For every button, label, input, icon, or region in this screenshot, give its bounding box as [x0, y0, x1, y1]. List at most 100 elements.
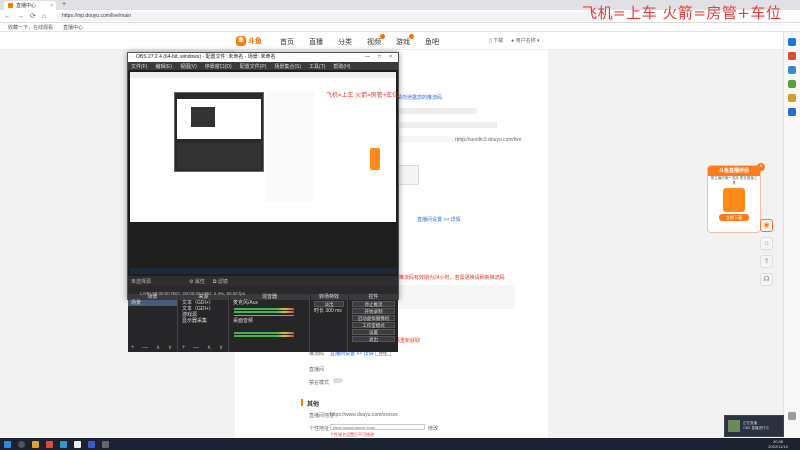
- new-tab-button[interactable]: +: [62, 1, 66, 8]
- exit-button[interactable]: 退出: [352, 336, 395, 342]
- user-menu[interactable]: ● 用户名称 ▾: [511, 37, 539, 44]
- clock-date: 2022/11/10: [768, 444, 788, 449]
- menu-edit[interactable]: 编辑(E): [155, 63, 172, 70]
- obs-preview[interactable]: 飞机=上车 火箭=房管+车位: [128, 70, 398, 276]
- browser-tab[interactable]: 直播中心 ×: [4, 1, 56, 10]
- menu-tools[interactable]: 工具(T): [309, 63, 325, 70]
- minimize-icon[interactable]: —: [365, 53, 370, 62]
- source-item[interactable]: 显示器采集: [179, 318, 228, 324]
- promo-card[interactable]: 斗鱼直播伴侣 是主播的第一选择 更多直播工具 立即下载: [707, 165, 761, 233]
- promo-close-icon[interactable]: ×: [757, 163, 765, 171]
- audio-meter: [234, 335, 294, 337]
- start-icon[interactable]: [4, 440, 11, 448]
- scenes-footer-icons[interactable]: + — ∧ ∨: [131, 344, 175, 351]
- custom-url-button[interactable]: 修改: [428, 425, 438, 432]
- tab-close-icon[interactable]: ×: [50, 3, 53, 9]
- duration-value[interactable]: 300 ms: [325, 308, 341, 314]
- share-icon[interactable]: ⇪: [760, 255, 773, 268]
- settings-button[interactable]: 设置: [352, 329, 395, 335]
- extension-icon[interactable]: [788, 80, 796, 88]
- forward-icon[interactable]: →: [17, 13, 24, 20]
- close-icon[interactable]: ×: [389, 53, 392, 62]
- custom-url-input[interactable]: [330, 424, 425, 430]
- app-icon[interactable]: [102, 440, 109, 448]
- promo-download-button[interactable]: 立即下载: [719, 214, 749, 221]
- nav-item-fishbar[interactable]: 鱼吧: [425, 37, 439, 47]
- extension-icon[interactable]: [788, 108, 796, 116]
- notification-toast[interactable]: 正在直播 OBS 直播进行中: [724, 415, 784, 437]
- menu-docks[interactable]: 停靠窗口(D): [205, 63, 232, 70]
- scenes-dock: 场景 场景 + — ∧ ∨: [128, 294, 178, 352]
- download-link[interactable]: ▯ 下载: [489, 37, 503, 44]
- home-float-icon[interactable]: ⌂: [760, 237, 773, 250]
- nav-item-home[interactable]: 首页: [280, 37, 294, 47]
- edge-icon[interactable]: [60, 440, 67, 448]
- nav-label: 视频: [367, 39, 381, 46]
- stream-overlay-text: 飞机=上车 火箭=房管+车位: [582, 4, 782, 22]
- volume-slider[interactable]: [234, 315, 294, 316]
- menu-scene-collection[interactable]: 场景集合(S): [274, 63, 301, 70]
- new-badge-icon: [380, 34, 385, 39]
- search-icon[interactable]: [18, 440, 25, 448]
- download-label: 下载: [493, 38, 504, 44]
- controls-title: 控件: [349, 294, 398, 300]
- file-explorer-icon[interactable]: [32, 440, 39, 448]
- stop-streaming-button[interactable]: 停止推流: [352, 301, 395, 307]
- nav-item-category[interactable]: 分类: [338, 37, 352, 47]
- menu-file[interactable]: 文件(F): [131, 63, 147, 70]
- app-icon[interactable]: [88, 440, 95, 448]
- home-icon[interactable]: ⌂: [42, 13, 46, 20]
- back-icon[interactable]: ←: [4, 13, 11, 20]
- studio-mode-button[interactable]: 工作室模式: [352, 322, 395, 328]
- system-clock[interactable]: 20:38 2022/11/10: [768, 439, 788, 449]
- extension-icon[interactable]: [788, 94, 796, 102]
- extension-icon[interactable]: [788, 66, 796, 74]
- start-recording-button[interactable]: 开始录制: [352, 308, 395, 314]
- bookmark-item[interactable]: 收藏一下，在线观看: [8, 24, 53, 31]
- tab-title: 直播中心: [16, 3, 37, 9]
- url-input[interactable]: https://mp.douyu.com/live/main: [56, 11, 617, 21]
- site-logo[interactable]: 鱼 斗鱼: [236, 35, 272, 47]
- obs-title: OBS 27.2.4 (64-bit, windows) - 配置文件: 未命名…: [136, 54, 276, 60]
- promo-subtitle: 是主播的第一选择 更多直播工具: [710, 176, 758, 185]
- extension-icon[interactable]: [788, 52, 796, 60]
- filters-label: 滤镜: [217, 278, 228, 285]
- obs-icon[interactable]: [74, 440, 81, 448]
- transitions-dock: 转场特效 淡出 时长 300 ms: [311, 294, 348, 352]
- mixer-dock: 混音器 麦克风/Aux 桌面音频: [230, 294, 310, 352]
- bookmarks-bar: 收藏一下，在线观看 直播中心: [0, 23, 800, 32]
- reload-icon[interactable]: ⟳: [30, 12, 36, 20]
- maximize-icon[interactable]: □: [378, 53, 381, 62]
- obs-title-bar[interactable]: OBS 27.2.4 (64-bit, windows) - 配置文件: 未命名…: [128, 53, 398, 62]
- mute-toggle[interactable]: [333, 378, 343, 383]
- nav-item-live[interactable]: 直播: [309, 37, 323, 47]
- preview-screen-capture: 飞机=上车 火箭=房管+车位: [130, 72, 398, 222]
- transition-select[interactable]: 淡出: [314, 301, 344, 307]
- browser-icon[interactable]: [46, 440, 53, 448]
- browser-sidebar: [783, 32, 800, 438]
- obs-status-bar: LIVE: 00:00:00 REC: 00:00:00 CPU: 2.4%, …: [140, 291, 246, 296]
- warning-text: 推流码有效期为24小时，若需更换请刷新推流码: [399, 275, 505, 281]
- extension-icon[interactable]: [788, 38, 796, 46]
- bookmark-item[interactable]: 直播中心: [63, 24, 83, 31]
- mixer-track-label: 麦克风/Aux: [233, 300, 259, 306]
- scene-item[interactable]: 场景: [128, 300, 177, 306]
- logo-text: 斗鱼: [248, 38, 262, 45]
- menu-profile[interactable]: 配置文件(P): [240, 63, 267, 70]
- section-title-other: 其他: [307, 402, 320, 408]
- live-assist-icon[interactable]: ◉: [760, 219, 773, 232]
- settings-icon[interactable]: [788, 412, 796, 420]
- obs-window[interactable]: OBS 27.2.4 (64-bit, windows) - 配置文件: 未命名…: [127, 52, 399, 352]
- nav-item-game[interactable]: 游戏: [396, 34, 414, 47]
- filters-button[interactable]: ⧉ 滤镜: [213, 278, 228, 285]
- virtual-camera-button[interactable]: 启动虚拟摄像机: [352, 315, 395, 321]
- headset-icon[interactable]: ☊: [760, 273, 773, 286]
- obs-source-toolbar: 未选择源 ⚙ 属性 ⧉ 滤镜: [128, 276, 398, 286]
- detail-link[interactable]: 直播间设置 >> 详情: [417, 216, 461, 223]
- menu-view[interactable]: 视图(V): [180, 63, 197, 70]
- properties-button[interactable]: ⚙ 属性: [189, 278, 205, 285]
- menu-help[interactable]: 帮助(H): [333, 63, 350, 70]
- sources-footer-icons[interactable]: + — ∧ ∨: [182, 344, 226, 351]
- nav-item-video[interactable]: 视频: [367, 34, 385, 47]
- section-marker: [301, 399, 303, 406]
